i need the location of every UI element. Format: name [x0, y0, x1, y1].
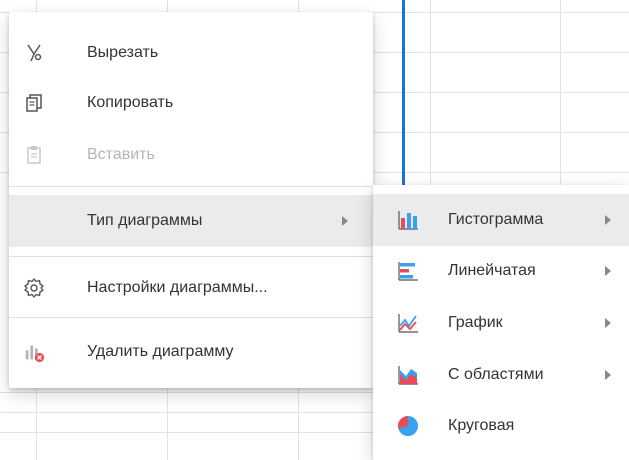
- delete-chart-icon: [23, 341, 45, 363]
- menu-item-label: Настройки диаграммы...: [87, 279, 268, 296]
- chart-selection-border: [402, 0, 405, 185]
- submenu-item-histogram[interactable]: Гистограмма: [373, 194, 629, 246]
- pie-chart-icon: [397, 415, 419, 437]
- chevron-right-icon: [605, 215, 611, 225]
- menu-item-label: Вырезать: [87, 44, 159, 61]
- submenu-item-label: Линейчатая: [448, 262, 536, 279]
- menu-item-label: Тип диаграммы: [87, 212, 203, 229]
- menu-item-label: Вставить: [87, 146, 155, 163]
- submenu-item-label: Гистограмма: [448, 211, 544, 228]
- menu-item-cut[interactable]: Вырезать: [9, 27, 373, 79]
- scissors-icon: [23, 42, 45, 64]
- chart-type-submenu: Гистограмма Линейчатая График С областям…: [373, 185, 629, 460]
- context-menu: Вырезать Копировать Вставить Тип диаграм…: [9, 12, 373, 388]
- menu-item-copy[interactable]: Копировать: [9, 77, 373, 129]
- submenu-item-label: Круговая: [448, 417, 515, 434]
- chevron-right-icon: [605, 266, 611, 276]
- line-chart-icon: [397, 312, 419, 334]
- menu-item-delete-chart[interactable]: Удалить диаграмму: [9, 326, 373, 378]
- menu-separator: [9, 186, 373, 187]
- gear-icon: [23, 277, 45, 299]
- bar-chart-icon: [397, 209, 419, 231]
- submenu-item-pie[interactable]: Круговая: [373, 400, 629, 452]
- area-chart-icon: [397, 364, 419, 386]
- menu-item-paste[interactable]: Вставить: [9, 129, 373, 181]
- submenu-item-area[interactable]: С областями: [373, 349, 629, 401]
- chevron-right-icon: [605, 318, 611, 328]
- menu-separator: [9, 256, 373, 257]
- chevron-right-icon: [342, 216, 348, 226]
- menu-separator: [9, 317, 373, 318]
- horizontal-bar-chart-icon: [397, 260, 419, 282]
- menu-item-label: Копировать: [87, 94, 174, 111]
- submenu-item-horizontal-bar[interactable]: Линейчатая: [373, 245, 629, 297]
- chevron-right-icon: [605, 370, 611, 380]
- submenu-item-label: С областями: [448, 366, 544, 383]
- menu-item-chart-settings[interactable]: Настройки диаграммы...: [9, 262, 373, 314]
- submenu-item-line[interactable]: График: [373, 297, 629, 349]
- submenu-item-label: График: [448, 314, 503, 331]
- menu-item-chart-type[interactable]: Тип диаграммы: [9, 195, 373, 247]
- paste-icon: [23, 144, 45, 166]
- copy-icon: [23, 92, 45, 114]
- menu-item-label: Удалить диаграмму: [87, 343, 234, 360]
